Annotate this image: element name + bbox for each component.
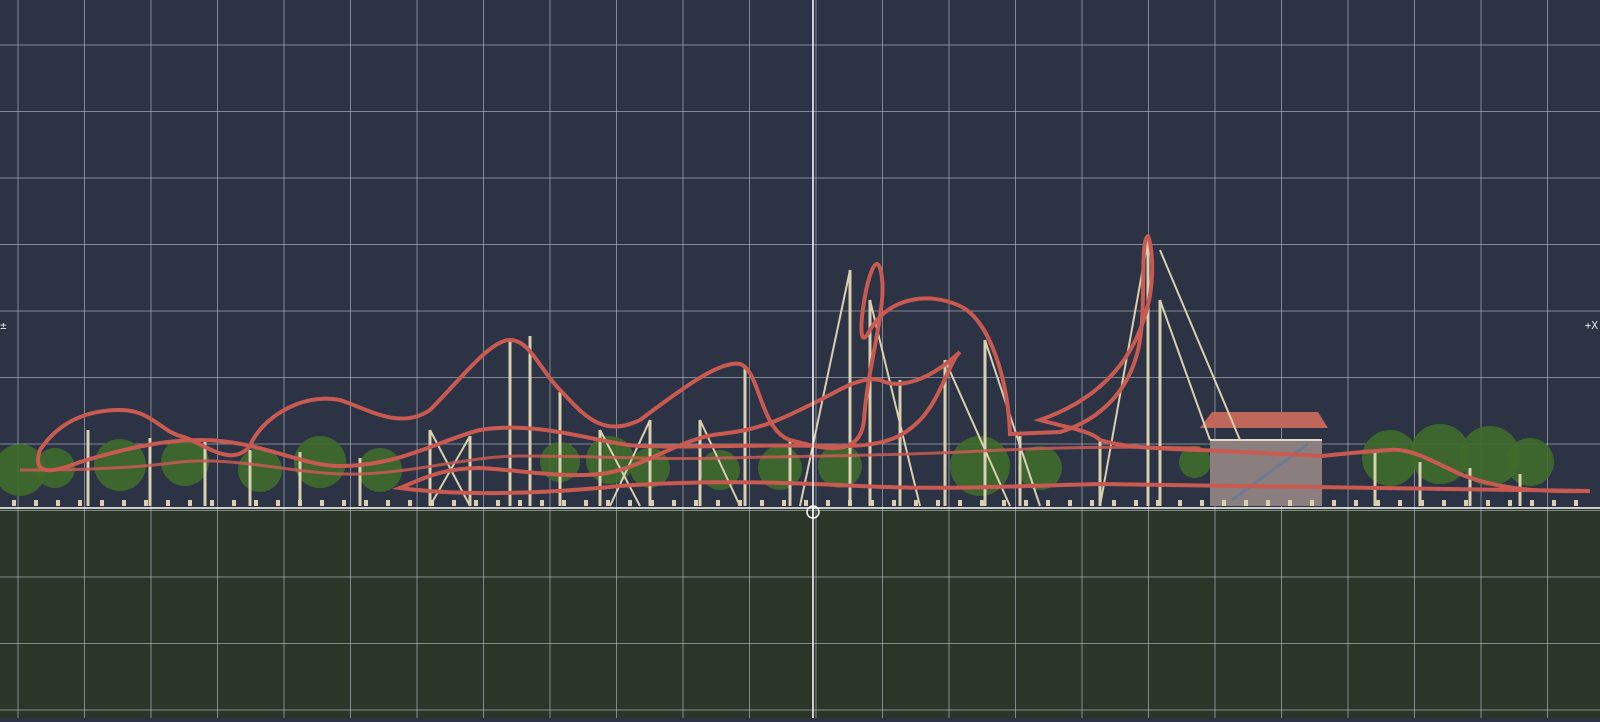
support-footing [562, 500, 566, 506]
support-footing [232, 500, 236, 506]
support-footing [1090, 500, 1094, 506]
support-footing [540, 500, 544, 506]
support-footing [320, 500, 324, 506]
station-roof [1200, 412, 1328, 428]
support-footing [1376, 500, 1380, 506]
support-footing [958, 500, 962, 506]
station-building[interactable] [1200, 412, 1328, 506]
support-footing [1024, 500, 1028, 506]
support-footing [892, 500, 896, 506]
left-axis-marker: ± [0, 319, 7, 332]
support-footing [1486, 500, 1490, 506]
support-footing [1244, 500, 1248, 506]
support-footing [1266, 500, 1270, 506]
support-footing [1530, 500, 1534, 506]
support-footing [628, 500, 632, 506]
support-footing [122, 500, 126, 506]
support-footing [1332, 500, 1336, 506]
support-footing [694, 500, 698, 506]
support-footing [1310, 500, 1314, 506]
support-footing [386, 500, 390, 506]
support-footing [826, 500, 830, 506]
support-footing [1156, 500, 1160, 506]
support-footing [166, 500, 170, 506]
support-footing [430, 500, 434, 506]
support-footing [672, 500, 676, 506]
support-footing [914, 500, 918, 506]
support-footing [1046, 500, 1050, 506]
tree [1362, 430, 1418, 486]
support-footing [606, 500, 610, 506]
support-footing [782, 500, 786, 506]
support-footing [936, 500, 940, 506]
support-footing [1552, 500, 1556, 506]
support-footing [1200, 500, 1204, 506]
support-footing [364, 500, 368, 506]
support-footing [100, 500, 104, 506]
support-footing [1464, 500, 1468, 506]
support-footing [1442, 500, 1446, 506]
support-footing [276, 500, 280, 506]
support-footing [408, 500, 412, 506]
support-footing [452, 500, 456, 506]
support-footing [1354, 500, 1358, 506]
support-footing [496, 500, 500, 506]
support-footing [1178, 500, 1182, 506]
sky-background [0, 0, 1600, 508]
ground-plane [0, 508, 1600, 718]
tree [294, 436, 346, 488]
scene-canvas[interactable] [0, 0, 1600, 718]
support-footing [144, 500, 148, 506]
support-footing [518, 500, 522, 506]
support-footing [1420, 500, 1424, 506]
support-footing [1112, 500, 1116, 506]
support-footing [254, 500, 258, 506]
support-footing [342, 500, 346, 506]
support-footing [1288, 500, 1292, 506]
support-footing [980, 500, 984, 506]
support-footing [12, 500, 16, 506]
support-footing [78, 500, 82, 506]
support-footing [474, 500, 478, 506]
support-footing [1002, 500, 1006, 506]
support-footing [848, 500, 852, 506]
support-footing [1508, 500, 1512, 506]
support-footing [298, 500, 302, 506]
support-footing [738, 500, 742, 506]
tree [1506, 438, 1554, 486]
support-footing [1398, 500, 1402, 506]
support-footing [650, 500, 654, 506]
support-footing [716, 500, 720, 506]
support-footing [1574, 500, 1578, 506]
support-footing [188, 500, 192, 506]
support-footing [870, 500, 874, 506]
support-footing [1222, 500, 1226, 506]
support-footing [760, 500, 764, 506]
support-footing [210, 500, 214, 506]
tree [238, 448, 282, 492]
support-footing [1134, 500, 1138, 506]
tree [818, 444, 862, 488]
support-footing [584, 500, 588, 506]
support-footing [56, 500, 60, 506]
support-footing [1068, 500, 1072, 506]
support-footing [34, 500, 38, 506]
coaster-side-view-viewport[interactable]: ± +X [0, 0, 1600, 718]
support-footing [804, 500, 808, 506]
right-axis-marker: +X [1584, 319, 1598, 332]
